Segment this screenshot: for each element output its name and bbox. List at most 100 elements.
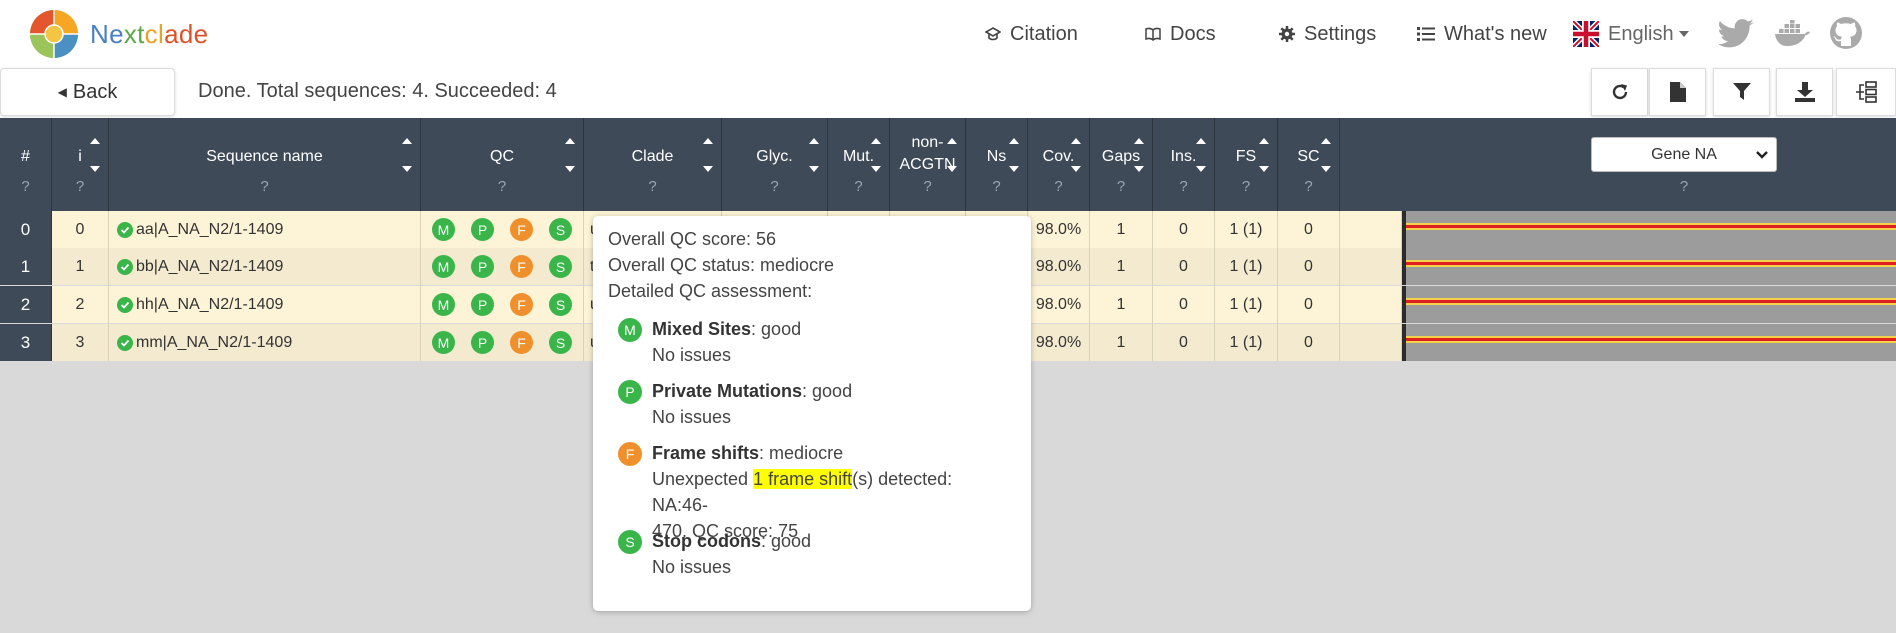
qc-badge-p[interactable]: P	[471, 218, 494, 241]
column-help-icon[interactable]: ?	[109, 178, 420, 195]
gene-map-track[interactable]	[1402, 211, 1896, 248]
twitter-link[interactable]	[1718, 14, 1756, 52]
filter-button[interactable]	[1713, 68, 1770, 116]
github-icon	[1830, 17, 1862, 49]
qc-badge-m[interactable]: M	[432, 293, 455, 316]
qc-detailed-heading: Detailed QC assessment:	[608, 281, 813, 301]
column-header-qc[interactable]: QC?	[421, 118, 584, 211]
language-dropdown[interactable]: English	[1573, 20, 1689, 48]
list-icon	[1417, 27, 1435, 41]
coverage-cell: 98.0%	[1028, 286, 1090, 323]
column-header-ins[interactable]: Ins.?	[1153, 118, 1215, 211]
spacer-cell	[1340, 324, 1402, 361]
sort-arrows-icon[interactable]	[90, 138, 100, 172]
qc-badge-f[interactable]: F	[510, 331, 533, 354]
download-button[interactable]	[1776, 68, 1833, 116]
gene-map-track[interactable]	[1402, 286, 1896, 323]
sort-arrows-icon[interactable]	[1196, 138, 1206, 172]
column-help-icon[interactable]: ?	[421, 178, 583, 195]
gene-select[interactable]: Gene NA	[1591, 137, 1777, 172]
qc-badge-f[interactable]: F	[510, 255, 533, 278]
stop-codons-cell: 0	[1278, 286, 1340, 323]
column-help-icon[interactable]: ?	[52, 178, 108, 195]
gene-help-icon[interactable]: ?	[1591, 178, 1777, 195]
sort-arrows-icon[interactable]	[1009, 138, 1019, 172]
qc-badge-s[interactable]: S	[549, 331, 572, 354]
nav-citation[interactable]: Citation	[985, 20, 1078, 48]
qc-badge-p[interactable]: P	[471, 331, 494, 354]
column-header-fs[interactable]: FS?	[1215, 118, 1278, 211]
rerun-button[interactable]	[1591, 68, 1648, 116]
brand[interactable]: Nextclade	[28, 8, 208, 60]
column-header-clade[interactable]: Clade?	[584, 118, 722, 211]
column-header-label: #	[21, 148, 30, 165]
sort-arrows-icon[interactable]	[809, 138, 819, 172]
gene-map-track[interactable]	[1402, 324, 1896, 361]
column-help-icon[interactable]: ?	[828, 178, 889, 195]
sort-arrows-icon[interactable]	[1321, 138, 1331, 172]
column-header-hash[interactable]: #?	[0, 118, 52, 211]
check-circle-icon	[117, 334, 133, 351]
column-help-icon[interactable]: ?	[584, 178, 721, 195]
nav-settings[interactable]: Settings	[1279, 20, 1376, 48]
column-header-name[interactable]: Sequence name?	[109, 118, 421, 211]
column-header-ns[interactable]: Ns?	[966, 118, 1028, 211]
row-i: 3	[52, 324, 109, 361]
qc-badge-m[interactable]: M	[432, 331, 455, 354]
sort-arrows-icon[interactable]	[1134, 138, 1144, 172]
qc-badge-f[interactable]: F	[510, 218, 533, 241]
check-circle-icon	[117, 221, 133, 238]
column-header-sc[interactable]: SC?	[1278, 118, 1340, 211]
qc-badge-m[interactable]: M	[432, 255, 455, 278]
gaps-cell: 1	[1090, 324, 1153, 361]
docker-link[interactable]	[1774, 14, 1812, 52]
tree-view-button[interactable]	[1836, 68, 1896, 116]
qc-item-title: Stop codons	[652, 531, 761, 551]
column-header-label: Clade	[631, 148, 674, 165]
column-help-icon[interactable]: ?	[1153, 178, 1214, 195]
column-header-cov[interactable]: Cov.?	[1028, 118, 1090, 211]
column-help-icon[interactable]: ?	[966, 178, 1027, 195]
sort-arrows-icon[interactable]	[703, 138, 713, 172]
github-link[interactable]	[1827, 14, 1865, 52]
sort-arrows-icon[interactable]	[1259, 138, 1269, 172]
download-icon	[1794, 82, 1815, 102]
nav-whats-new[interactable]: What's new	[1417, 20, 1547, 48]
qc-badge-m[interactable]: M	[432, 218, 455, 241]
qc-badge-s[interactable]: S	[549, 218, 572, 241]
column-help-icon[interactable]: ?	[722, 178, 827, 195]
frame-shifts-cell: 1 (1)	[1215, 286, 1278, 323]
column-header-nonacgtn[interactable]: non- ACGTN?	[890, 118, 966, 211]
column-header-glyc[interactable]: Glyc.?	[722, 118, 828, 211]
qc-badge-p[interactable]: P	[471, 293, 494, 316]
docker-icon	[1775, 20, 1810, 46]
gene-map-track[interactable]	[1402, 248, 1896, 285]
sort-arrows-icon[interactable]	[871, 138, 881, 172]
qc-badge-p[interactable]: P	[471, 255, 494, 278]
column-header-i[interactable]: i?	[52, 118, 109, 211]
column-help-icon[interactable]: ?	[1215, 178, 1277, 195]
column-header-mut[interactable]: Mut.?	[828, 118, 890, 211]
back-button[interactable]: ◀ Back	[0, 68, 175, 116]
nav-docs[interactable]: Docs	[1145, 20, 1216, 48]
qc-item-detail: No issues	[652, 345, 732, 365]
column-header-gaps[interactable]: Gaps?	[1090, 118, 1153, 211]
sort-arrows-icon[interactable]	[402, 138, 412, 172]
export-file-button[interactable]	[1649, 68, 1706, 116]
qc-badge-s[interactable]: S	[549, 255, 572, 278]
insertions-cell: 0	[1153, 248, 1215, 285]
column-help-icon[interactable]: ?	[890, 178, 965, 195]
column-help-icon[interactable]: ?	[0, 178, 51, 195]
gaps-cell: 1	[1090, 286, 1153, 323]
column-help-icon[interactable]: ?	[1028, 178, 1089, 195]
gaps-cell: 1	[1090, 211, 1153, 248]
column-help-icon[interactable]: ?	[1278, 178, 1339, 195]
sort-arrows-icon[interactable]	[947, 138, 957, 172]
sort-arrows-icon[interactable]	[1071, 138, 1081, 172]
qc-badge-s[interactable]: S	[549, 293, 572, 316]
sort-arrows-icon[interactable]	[565, 138, 575, 172]
qc-badge-m: M	[618, 318, 642, 342]
qc-badge-f[interactable]: F	[510, 293, 533, 316]
column-help-icon[interactable]: ?	[1090, 178, 1152, 195]
qc-item-status: : good	[751, 319, 802, 339]
